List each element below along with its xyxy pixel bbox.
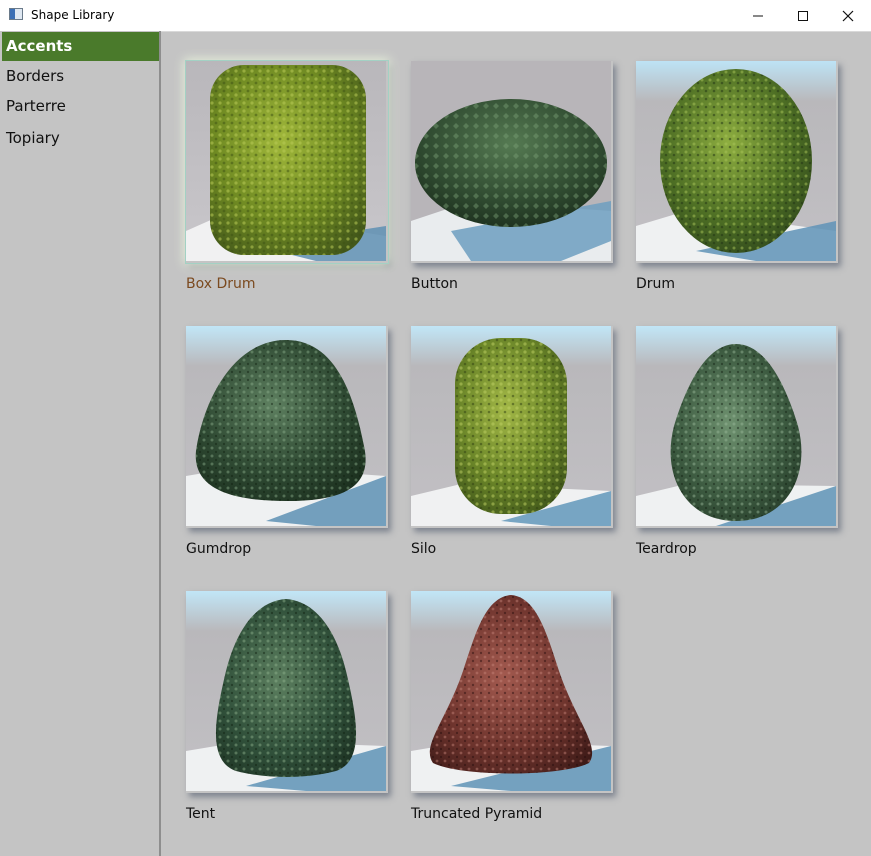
maximize-button[interactable] [780, 0, 825, 31]
sidebar-item-parterre[interactable]: Parterre [2, 92, 159, 121]
shape-tile-drum[interactable] [636, 61, 838, 263]
close-button[interactable] [825, 0, 870, 31]
shape-tile-truncated-pyramid[interactable] [411, 591, 613, 793]
button-thumbnail [411, 61, 611, 261]
shape-label-gumdrop[interactable]: Gumdrop [186, 541, 251, 557]
shape-tile-tent[interactable] [186, 591, 388, 793]
sidebar-item-topiary[interactable]: Topiary [2, 124, 159, 153]
minimize-icon [752, 15, 763, 16]
shape-label-teardrop[interactable]: Teardrop [636, 541, 697, 557]
category-sidebar: Accents Borders Parterre Topiary [0, 31, 161, 856]
truncated-pyramid-thumbnail [411, 591, 611, 791]
maximize-icon [797, 10, 808, 21]
sidebar-item-accents[interactable]: Accents [2, 32, 159, 61]
shape-tile-gumdrop[interactable] [186, 326, 388, 528]
title-bar: Shape Library [0, 0, 871, 32]
shape-tile-teardrop[interactable] [636, 326, 838, 528]
silo-thumbnail [411, 326, 611, 526]
box-drum-thumbnail [186, 61, 386, 261]
teardrop-thumbnail [636, 326, 836, 526]
close-icon [842, 10, 853, 21]
shape-label-truncated-pyramid[interactable]: Truncated Pyramid [411, 806, 542, 822]
tent-thumbnail [186, 591, 386, 791]
shape-tile-silo[interactable] [411, 326, 613, 528]
gumdrop-thumbnail [186, 326, 386, 526]
sidebar-item-borders[interactable]: Borders [2, 62, 159, 91]
shape-label-tent[interactable]: Tent [186, 806, 215, 822]
shape-label-silo[interactable]: Silo [411, 541, 436, 557]
shape-tile-box-drum[interactable] [185, 60, 389, 264]
shape-label-button[interactable]: Button [411, 276, 458, 292]
drum-thumbnail [636, 61, 836, 261]
shape-tile-button[interactable] [411, 61, 613, 263]
shape-label-drum[interactable]: Drum [636, 276, 675, 292]
app-icon [9, 8, 23, 20]
window-title: Shape Library [31, 8, 115, 22]
shape-label-box-drum[interactable]: Box Drum [186, 276, 256, 292]
minimize-button[interactable] [735, 0, 780, 31]
